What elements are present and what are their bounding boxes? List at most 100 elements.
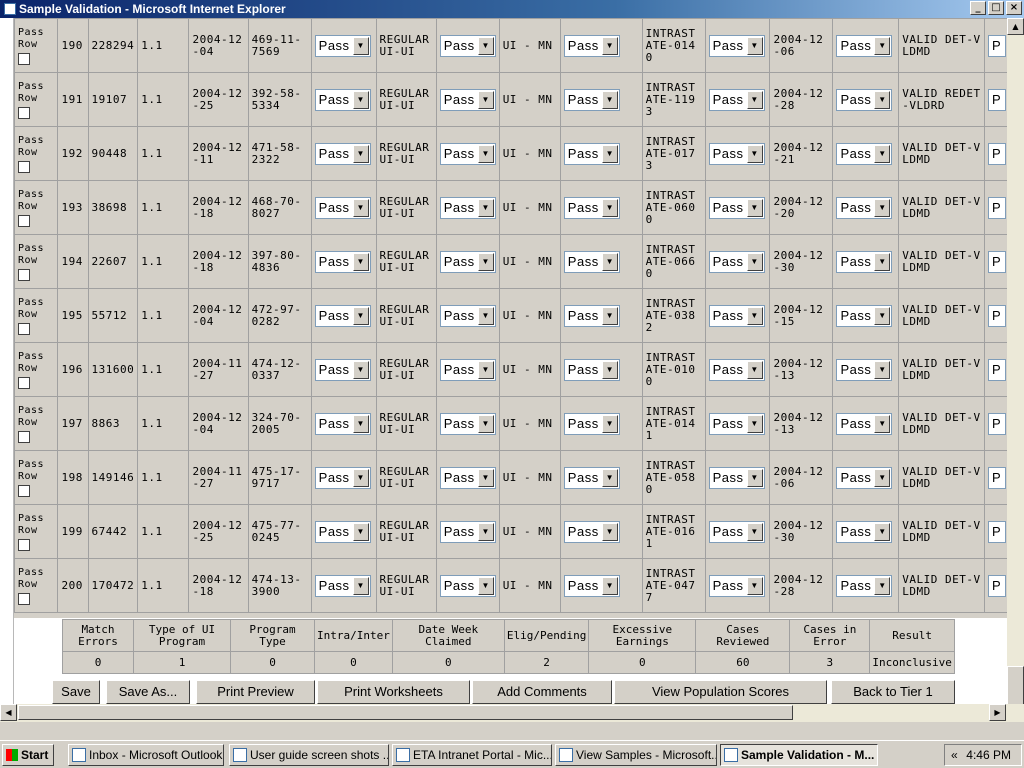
dropdown-arrow-icon[interactable]: ▼ bbox=[477, 90, 494, 109]
dropdown-arrow-icon[interactable]: ▼ bbox=[746, 252, 763, 271]
status-select[interactable]: Pass ▼ bbox=[708, 250, 765, 273]
add-comments-button[interactable]: Add Comments bbox=[472, 680, 612, 704]
dropdown-arrow-icon[interactable]: ▼ bbox=[352, 414, 369, 433]
dropdown-arrow-icon[interactable]: ▼ bbox=[601, 36, 618, 55]
dropdown-arrow-icon[interactable]: ▼ bbox=[352, 360, 369, 379]
horizontal-scroll-thumb[interactable] bbox=[18, 705, 793, 720]
dropdown-arrow-icon[interactable]: ▼ bbox=[352, 468, 369, 487]
dropdown-arrow-icon[interactable]: ▼ bbox=[874, 522, 891, 541]
dropdown-arrow-icon[interactable]: ▼ bbox=[601, 306, 618, 325]
dropdown-arrow-icon[interactable]: ▼ bbox=[874, 198, 891, 217]
status-select[interactable]: Pass ▼ bbox=[439, 358, 496, 381]
dropdown-arrow-icon[interactable]: ▼ bbox=[601, 522, 618, 541]
status-select[interactable]: Pass ▼ bbox=[708, 196, 765, 219]
dropdown-arrow-icon[interactable]: ▼ bbox=[477, 414, 494, 433]
taskbar-item-sample-validation[interactable]: Sample Validation - M... bbox=[720, 744, 878, 766]
dropdown-arrow-icon[interactable]: ▼ bbox=[746, 468, 763, 487]
status-select[interactable]: P bbox=[988, 88, 1006, 111]
status-select[interactable]: P bbox=[988, 466, 1006, 489]
status-select[interactable]: Pass ▼ bbox=[563, 142, 620, 165]
status-select[interactable]: Pass ▼ bbox=[439, 412, 496, 435]
dropdown-arrow-icon[interactable]: ▼ bbox=[746, 414, 763, 433]
scroll-left-arrow-icon[interactable]: ◀ bbox=[0, 704, 17, 721]
status-select[interactable]: Pass ▼ bbox=[314, 88, 371, 111]
status-select[interactable]: Pass ▼ bbox=[439, 520, 496, 543]
status-select[interactable]: Pass ▼ bbox=[708, 88, 765, 111]
status-select[interactable]: Pass ▼ bbox=[836, 412, 893, 435]
status-select[interactable]: Pass ▼ bbox=[314, 142, 371, 165]
dropdown-arrow-icon[interactable]: ▼ bbox=[477, 576, 494, 595]
status-select[interactable]: Pass ▼ bbox=[563, 34, 620, 57]
dropdown-arrow-icon[interactable]: ▼ bbox=[746, 360, 763, 379]
horizontal-scrollbar[interactable]: ◀ ▶ bbox=[0, 704, 1024, 722]
status-select[interactable]: P bbox=[988, 142, 1006, 165]
status-select[interactable]: P bbox=[988, 250, 1006, 273]
dropdown-arrow-icon[interactable]: ▼ bbox=[352, 36, 369, 55]
dropdown-arrow-icon[interactable]: ▼ bbox=[601, 576, 618, 595]
dropdown-arrow-icon[interactable]: ▼ bbox=[746, 198, 763, 217]
dropdown-arrow-icon[interactable]: ▼ bbox=[477, 522, 494, 541]
dropdown-arrow-icon[interactable]: ▼ bbox=[477, 468, 494, 487]
status-select[interactable]: P bbox=[988, 358, 1006, 381]
status-select[interactable]: Pass ▼ bbox=[836, 142, 893, 165]
status-select[interactable]: P bbox=[988, 520, 1006, 543]
status-select[interactable]: Pass ▼ bbox=[708, 304, 765, 327]
dropdown-arrow-icon[interactable]: ▼ bbox=[601, 360, 618, 379]
status-select[interactable]: Pass ▼ bbox=[439, 466, 496, 489]
dropdown-arrow-icon[interactable]: ▼ bbox=[874, 252, 891, 271]
status-select[interactable]: Pass ▼ bbox=[708, 574, 765, 597]
status-select[interactable]: Pass ▼ bbox=[563, 412, 620, 435]
status-select[interactable]: Pass ▼ bbox=[708, 466, 765, 489]
vertical-scroll-thumb[interactable] bbox=[1007, 666, 1024, 706]
pass-row-checkbox[interactable] bbox=[18, 484, 30, 497]
status-select[interactable]: P bbox=[988, 304, 1006, 327]
status-select[interactable]: Pass ▼ bbox=[563, 196, 620, 219]
status-select[interactable]: Pass ▼ bbox=[563, 574, 620, 597]
save-as-button[interactable]: Save As... bbox=[106, 680, 190, 704]
start-button[interactable]: Start bbox=[2, 744, 54, 766]
scroll-right-arrow-icon[interactable]: ▶ bbox=[989, 704, 1006, 721]
taskbar-item-view-samples[interactable]: View Samples - Microsoft... bbox=[555, 744, 717, 766]
dropdown-arrow-icon[interactable]: ▼ bbox=[477, 306, 494, 325]
status-select[interactable]: Pass ▼ bbox=[314, 196, 371, 219]
status-select[interactable]: Pass ▼ bbox=[439, 142, 496, 165]
status-select[interactable]: Pass ▼ bbox=[836, 574, 893, 597]
dropdown-arrow-icon[interactable]: ▼ bbox=[746, 90, 763, 109]
status-select[interactable]: Pass ▼ bbox=[563, 466, 620, 489]
dropdown-arrow-icon[interactable]: ▼ bbox=[746, 36, 763, 55]
pass-row-checkbox[interactable] bbox=[18, 214, 30, 227]
dropdown-arrow-icon[interactable]: ▼ bbox=[601, 90, 618, 109]
dropdown-arrow-icon[interactable]: ▼ bbox=[352, 252, 369, 271]
status-select[interactable]: Pass ▼ bbox=[314, 358, 371, 381]
status-select[interactable]: Pass ▼ bbox=[314, 520, 371, 543]
minimize-button[interactable]: _ bbox=[970, 1, 986, 15]
pass-row-checkbox[interactable] bbox=[18, 160, 30, 173]
dropdown-arrow-icon[interactable]: ▼ bbox=[746, 522, 763, 541]
status-select[interactable]: Pass ▼ bbox=[836, 250, 893, 273]
dropdown-arrow-icon[interactable]: ▼ bbox=[874, 306, 891, 325]
maximize-button[interactable]: □ bbox=[988, 1, 1004, 15]
status-select[interactable]: Pass ▼ bbox=[836, 88, 893, 111]
print-preview-button[interactable]: Print Preview bbox=[196, 680, 315, 704]
save-button[interactable]: Save bbox=[52, 680, 100, 704]
status-select[interactable]: P bbox=[988, 196, 1006, 219]
pass-row-checkbox[interactable] bbox=[18, 268, 30, 281]
status-select[interactable]: Pass ▼ bbox=[836, 358, 893, 381]
status-select[interactable]: Pass ▼ bbox=[563, 250, 620, 273]
status-select[interactable]: P bbox=[988, 574, 1006, 597]
dropdown-arrow-icon[interactable]: ▼ bbox=[477, 144, 494, 163]
vertical-scrollbar[interactable]: ▲ ▼ bbox=[1007, 18, 1024, 722]
taskbar-item-eta-portal[interactable]: ETA Intranet Portal - Mic... bbox=[392, 744, 552, 766]
tray-expand-chevron-icon[interactable]: « bbox=[951, 745, 958, 765]
dropdown-arrow-icon[interactable]: ▼ bbox=[352, 576, 369, 595]
status-select[interactable]: Pass ▼ bbox=[836, 520, 893, 543]
status-select[interactable]: Pass ▼ bbox=[314, 412, 371, 435]
status-select[interactable]: Pass ▼ bbox=[563, 520, 620, 543]
dropdown-arrow-icon[interactable]: ▼ bbox=[874, 360, 891, 379]
dropdown-arrow-icon[interactable]: ▼ bbox=[746, 144, 763, 163]
status-select[interactable]: P bbox=[988, 412, 1006, 435]
dropdown-arrow-icon[interactable]: ▼ bbox=[352, 522, 369, 541]
dropdown-arrow-icon[interactable]: ▼ bbox=[601, 468, 618, 487]
dropdown-arrow-icon[interactable]: ▼ bbox=[601, 144, 618, 163]
status-select[interactable]: Pass ▼ bbox=[836, 304, 893, 327]
